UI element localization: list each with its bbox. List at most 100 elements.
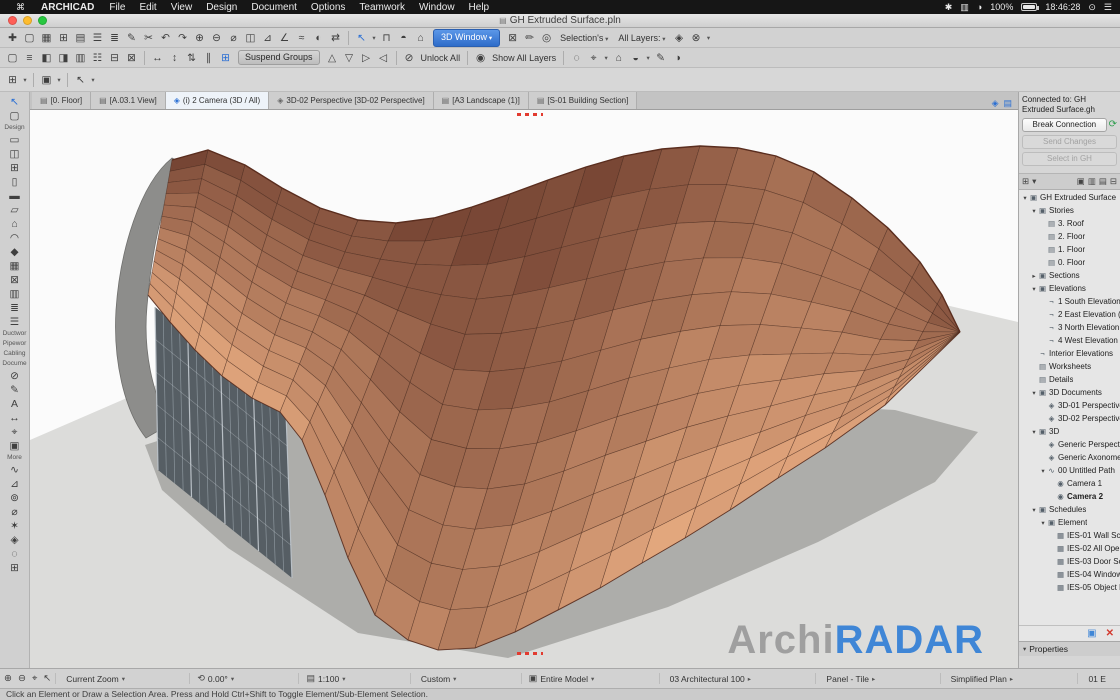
toolbar-button[interactable]: ◐ [310,29,327,47]
toolbar-button[interactable]: ✎ [652,49,669,67]
toolbar-button[interactable]: ⌂ [412,29,429,47]
send-changes-button[interactable]: Send Changes [1022,135,1117,149]
toolbar-button[interactable]: ⊗ [688,29,705,47]
toolbar-button[interactable]: ▾ [55,76,63,84]
toolbar-button[interactable]: ☰ [89,29,106,47]
toolbar-button[interactable]: ⊟ [106,49,123,67]
status-segment[interactable]: Panel - Tile ▸ [815,673,882,684]
toolbar-button[interactable]: ⊓ [378,29,395,47]
disclosure-triangle[interactable]: ▾ [1021,194,1029,202]
toolbar-button[interactable]: ✂ [140,29,157,47]
disclosure-triangle[interactable]: ▾ [1039,519,1047,527]
navigator-tool-icon[interactable]: ▥ [1088,176,1096,187]
toolbar-button[interactable]: ⇄ [327,29,344,47]
navigator-tool-icon[interactable]: ▾ [1032,176,1036,187]
toolbar-button[interactable]: ▢ [4,49,21,67]
tabbar-icon[interactable]: ▤ [1003,98,1012,109]
status-segment[interactable]: ⟲ 0.00° ▾ [189,673,241,684]
toolbox-item[interactable]: ◆ [10,245,18,259]
menu-item[interactable]: File [102,2,132,13]
tree-item[interactable]: ▤ 2. Floor [1019,230,1120,243]
toolbox-item[interactable]: ▢ [10,109,20,123]
tree-item[interactable]: ▤ 0. Floor [1019,256,1120,269]
toolbar-button[interactable]: ◎ [538,29,555,47]
toolbar-button[interactable]: ↖ [72,71,89,89]
properties-section-header[interactable]: ▾ Properties [1019,641,1120,656]
toolbox-item[interactable]: ▯ [12,175,18,189]
close-button[interactable] [8,16,17,25]
tabbar-icon[interactable]: ◈ [992,98,999,109]
toolbar-button[interactable] [467,51,468,65]
toolbox-item[interactable]: Docume [2,359,26,369]
toolbar-button[interactable] [144,51,145,65]
navigator-tool-icon[interactable]: ▤ [1099,176,1107,187]
toolbox-item[interactable]: ↖ [10,95,19,109]
toolbar-button[interactable]: ⊠ [504,29,521,47]
toolbar-button[interactable]: ≡ [21,49,38,67]
toolbox-item[interactable]: Design [4,123,24,133]
menu-item[interactable]: Edit [132,2,163,13]
tree-item[interactable]: ▦ IES-01 Wall Sch [1019,529,1120,542]
toolbox-item[interactable]: ◌ [11,547,17,561]
zoom-control-icon[interactable]: ⊕ [4,673,12,684]
disclosure-triangle[interactable]: ▾ [1030,428,1038,436]
status-icon[interactable]: ⊙ [1088,2,1096,13]
toolbar-button[interactable]: ☷ [89,49,106,67]
toolbar-button[interactable]: ⊘ [401,49,418,67]
disclosure-triangle[interactable]: ▸ [1030,272,1038,280]
break-connection-button[interactable]: Break Connection [1022,118,1107,132]
toolbar-button[interactable]: ▾ [89,76,97,84]
tree-item[interactable]: ¬ 1 South Elevation (A [1019,295,1120,308]
toolbar-button[interactable]: Show All Layers [492,53,556,63]
toolbar-button[interactable]: ⊞ [55,29,72,47]
tree-item[interactable]: ▦ IES-03 Door Sc [1019,555,1120,568]
toolbar-button[interactable]: Suspend Groups [238,50,320,65]
toolbox-item[interactable]: ≣ [10,301,19,315]
toolbox-item[interactable]: ⊠ [10,273,19,287]
menu-item[interactable]: Teamwork [352,2,412,13]
toolbox-item[interactable]: ⌂ [11,217,17,231]
zoom-control-icon[interactable]: ⊖ [18,673,26,684]
toolbar-button[interactable]: ⊞ [217,49,234,67]
tree-item[interactable]: ¬ 2 East Elevation (A [1019,308,1120,321]
toolbar-button[interactable] [563,51,564,65]
publisher-icon[interactable]: ▣ [1087,628,1096,639]
toolbox-item[interactable]: ▦ [10,259,20,273]
zoom-button[interactable] [38,16,47,25]
toolbar-button[interactable]: ▦ [38,29,55,47]
tree-item[interactable]: ▾ ▣ Element [1019,516,1120,529]
toolbar-button[interactable]: ◌ [568,49,585,67]
toolbar-button[interactable]: ▾ [370,34,378,42]
toolbox-item[interactable]: ⊞ [10,561,19,575]
status-segment[interactable]: Simplified Plan ▸ [940,673,1021,684]
3d-viewport[interactable]: ArchiRADAR [30,110,1018,668]
tree-item[interactable]: ▦ IES-02 All Open [1019,542,1120,555]
toolbox-item[interactable]: ⌀ [11,505,17,519]
toolbox-item[interactable]: ⊿ [10,477,19,491]
tree-item[interactable]: ◉ Camera 2 [1019,490,1120,503]
tree-item[interactable]: ▾ ▣ GH Extruded Surface [1019,191,1120,204]
toolbar-button[interactable]: ↔ [149,49,166,67]
zoom-control-icon[interactable]: ⌖ [32,673,37,684]
app-menu-title[interactable]: ARCHICAD [33,2,102,13]
tree-item[interactable]: ¬ Interior Elevations [1019,347,1120,360]
toolbar-button[interactable]: ▾ [705,34,713,42]
view-tab[interactable]: ▤[A3 Landscape (1)] [434,92,529,109]
window-titlebar[interactable]: ▤GH Extruded Surface.pln [0,14,1120,28]
toolbox-item[interactable]: ⊘ [10,369,19,383]
toolbar-button[interactable] [348,31,349,45]
toolbox-item[interactable]: ⌖ [12,425,18,439]
toolbar-button[interactable]: Unlock All [421,53,461,63]
menu-item[interactable]: Document [244,2,304,13]
navigator-tool-icon[interactable]: ▣ [1077,176,1085,187]
toolbar-button[interactable]: ◓ [395,29,412,47]
toolbar-button[interactable]: ▷ [358,49,375,67]
toolbar-button[interactable]: ⊿ [259,29,276,47]
view-tab[interactable]: ◈(i) 2 Camera (3D / All) [166,92,270,109]
tree-item[interactable]: ▾ ▣ 3D Documents [1019,386,1120,399]
navigator-tool-icon[interactable]: ⊞ [1022,176,1029,187]
disclosure-triangle[interactable]: ▾ [1030,207,1038,215]
toolbox-item[interactable]: ✎ [10,383,19,397]
tree-item[interactable]: ¬ 4 West Elevation (A [1019,334,1120,347]
toolbar-button[interactable]: ⌀ [225,29,242,47]
